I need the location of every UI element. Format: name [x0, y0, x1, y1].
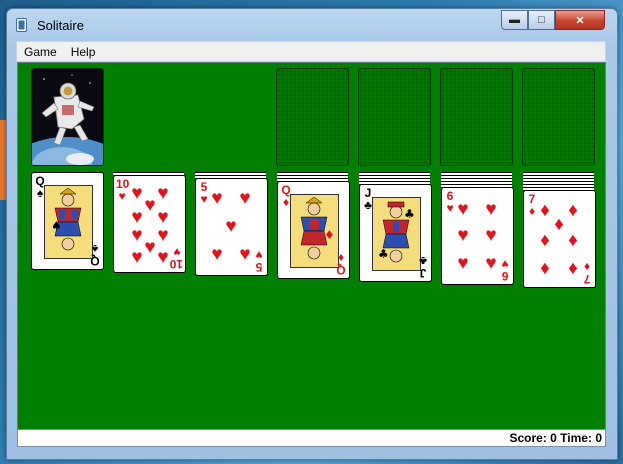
heart-pip-icon: ♥: [485, 199, 497, 220]
card-corner-bottom: J ♣: [419, 254, 427, 280]
jack-of-clubs-face-art: ♣ ♣: [372, 197, 421, 271]
score-value: 0: [550, 431, 557, 445]
time-label: Time:: [560, 431, 592, 445]
menu-help[interactable]: Help: [64, 45, 103, 59]
card-corner-bottom: Q ♦: [336, 251, 346, 277]
heart-pip-icon: ♥: [457, 253, 469, 274]
heart-pip-icon: ♥: [131, 247, 143, 268]
card-corner-bottom: 7 ♦: [583, 260, 591, 286]
maximize-button[interactable]: □: [528, 10, 555, 30]
tableau-5-card[interactable]: J ♣ ♣ ♣ J ♣: [359, 184, 432, 282]
menu-game[interactable]: Game: [17, 45, 64, 59]
menu-bar: Game Help: [16, 41, 606, 62]
solitaire-window: Solitaire ▬ □ ✕ Game Help Q ♠ ♠ Q ♠ 10 ♥…: [6, 8, 618, 460]
foundation-slot-3[interactable]: [440, 68, 513, 166]
tableau-2-card[interactable]: 10 ♥ ♥ ♥ ♥ ♥ ♥ ♥ ♥ ♥ ♥ ♥ 10 ♥: [113, 175, 186, 273]
tableau-7-card[interactable]: 7 ♦ ♦ ♦ ♦ ♦ ♦ ♦ ♦ 7 ♦: [523, 190, 596, 288]
svg-text:♣: ♣: [378, 247, 389, 261]
close-button[interactable]: ✕: [555, 10, 605, 30]
heart-pip-icon: ♥: [239, 188, 251, 209]
heart-pip-icon: ♥: [457, 199, 469, 220]
stock-pile[interactable]: [31, 68, 104, 166]
minimize-button[interactable]: ▬: [501, 10, 528, 30]
status-bar: Score: 0 Time: 0: [17, 429, 606, 447]
heart-pip-icon: ♥: [485, 225, 497, 246]
game-board: Q ♠ ♠ Q ♠ 10 ♥ ♥ ♥ ♥ ♥ ♥ ♥ ♥ ♥ ♥ ♥ 10 ♥ …: [17, 62, 606, 430]
card-corner-bottom: 10 ♥: [169, 245, 183, 271]
tableau-6-card[interactable]: 6 ♥ ♥ ♥ ♥ ♥ ♥ ♥ 6 ♥: [441, 187, 514, 285]
heart-pip-icon: ♥: [211, 188, 223, 209]
card-corner-top: 10 ♥: [116, 177, 130, 203]
astronaut-card-back-image: [32, 69, 103, 165]
heart-pip-icon: ♥: [485, 253, 497, 274]
heart-pip-icon: ♥: [239, 244, 251, 265]
svg-text:♠: ♠: [51, 219, 62, 233]
queen-of-spades-face-art: ♠: [44, 185, 93, 259]
queen-of-diamonds-face-art: ♦: [290, 194, 339, 268]
heart-pip-icon: ♥: [457, 225, 469, 246]
diamond-pip-icon: ♦: [568, 258, 578, 279]
svg-text:♣: ♣: [404, 207, 415, 221]
minimize-icon: ▬: [509, 14, 520, 26]
svg-text:♦: ♦: [324, 228, 335, 242]
card-corner-bottom: 6 ♥: [501, 257, 509, 283]
foundation-slot-1[interactable]: [276, 68, 349, 166]
title-bar[interactable]: Solitaire ▬ □ ✕: [7, 9, 617, 39]
close-icon: ✕: [575, 14, 585, 27]
heart-pip-icon: ♥: [225, 216, 237, 237]
foundation-slot-2[interactable]: [358, 68, 431, 166]
solitaire-app-icon: [16, 18, 27, 32]
tableau-4-card[interactable]: Q ♦ ♦ Q ♦: [277, 181, 350, 279]
card-corner-bottom: Q ♠: [90, 242, 100, 268]
maximize-icon: □: [538, 14, 545, 26]
diamond-pip-icon: ♦: [540, 258, 550, 279]
heart-pip-icon: ♥: [211, 244, 223, 265]
tableau-3-card[interactable]: 5 ♥ ♥ ♥ ♥ ♥ ♥ 5 ♥: [195, 178, 268, 276]
diamond-pip-icon: ♦: [540, 230, 550, 251]
card-corner-bottom: 5 ♥: [255, 248, 263, 274]
diamond-pip-icon: ♦: [568, 230, 578, 251]
time-value: 0: [595, 431, 602, 445]
window-title: Solitaire: [37, 18, 84, 33]
score-label: Score:: [509, 431, 547, 445]
foundation-slot-4[interactable]: [522, 68, 595, 166]
tableau-1-card[interactable]: Q ♠ ♠ Q ♠: [31, 172, 104, 270]
